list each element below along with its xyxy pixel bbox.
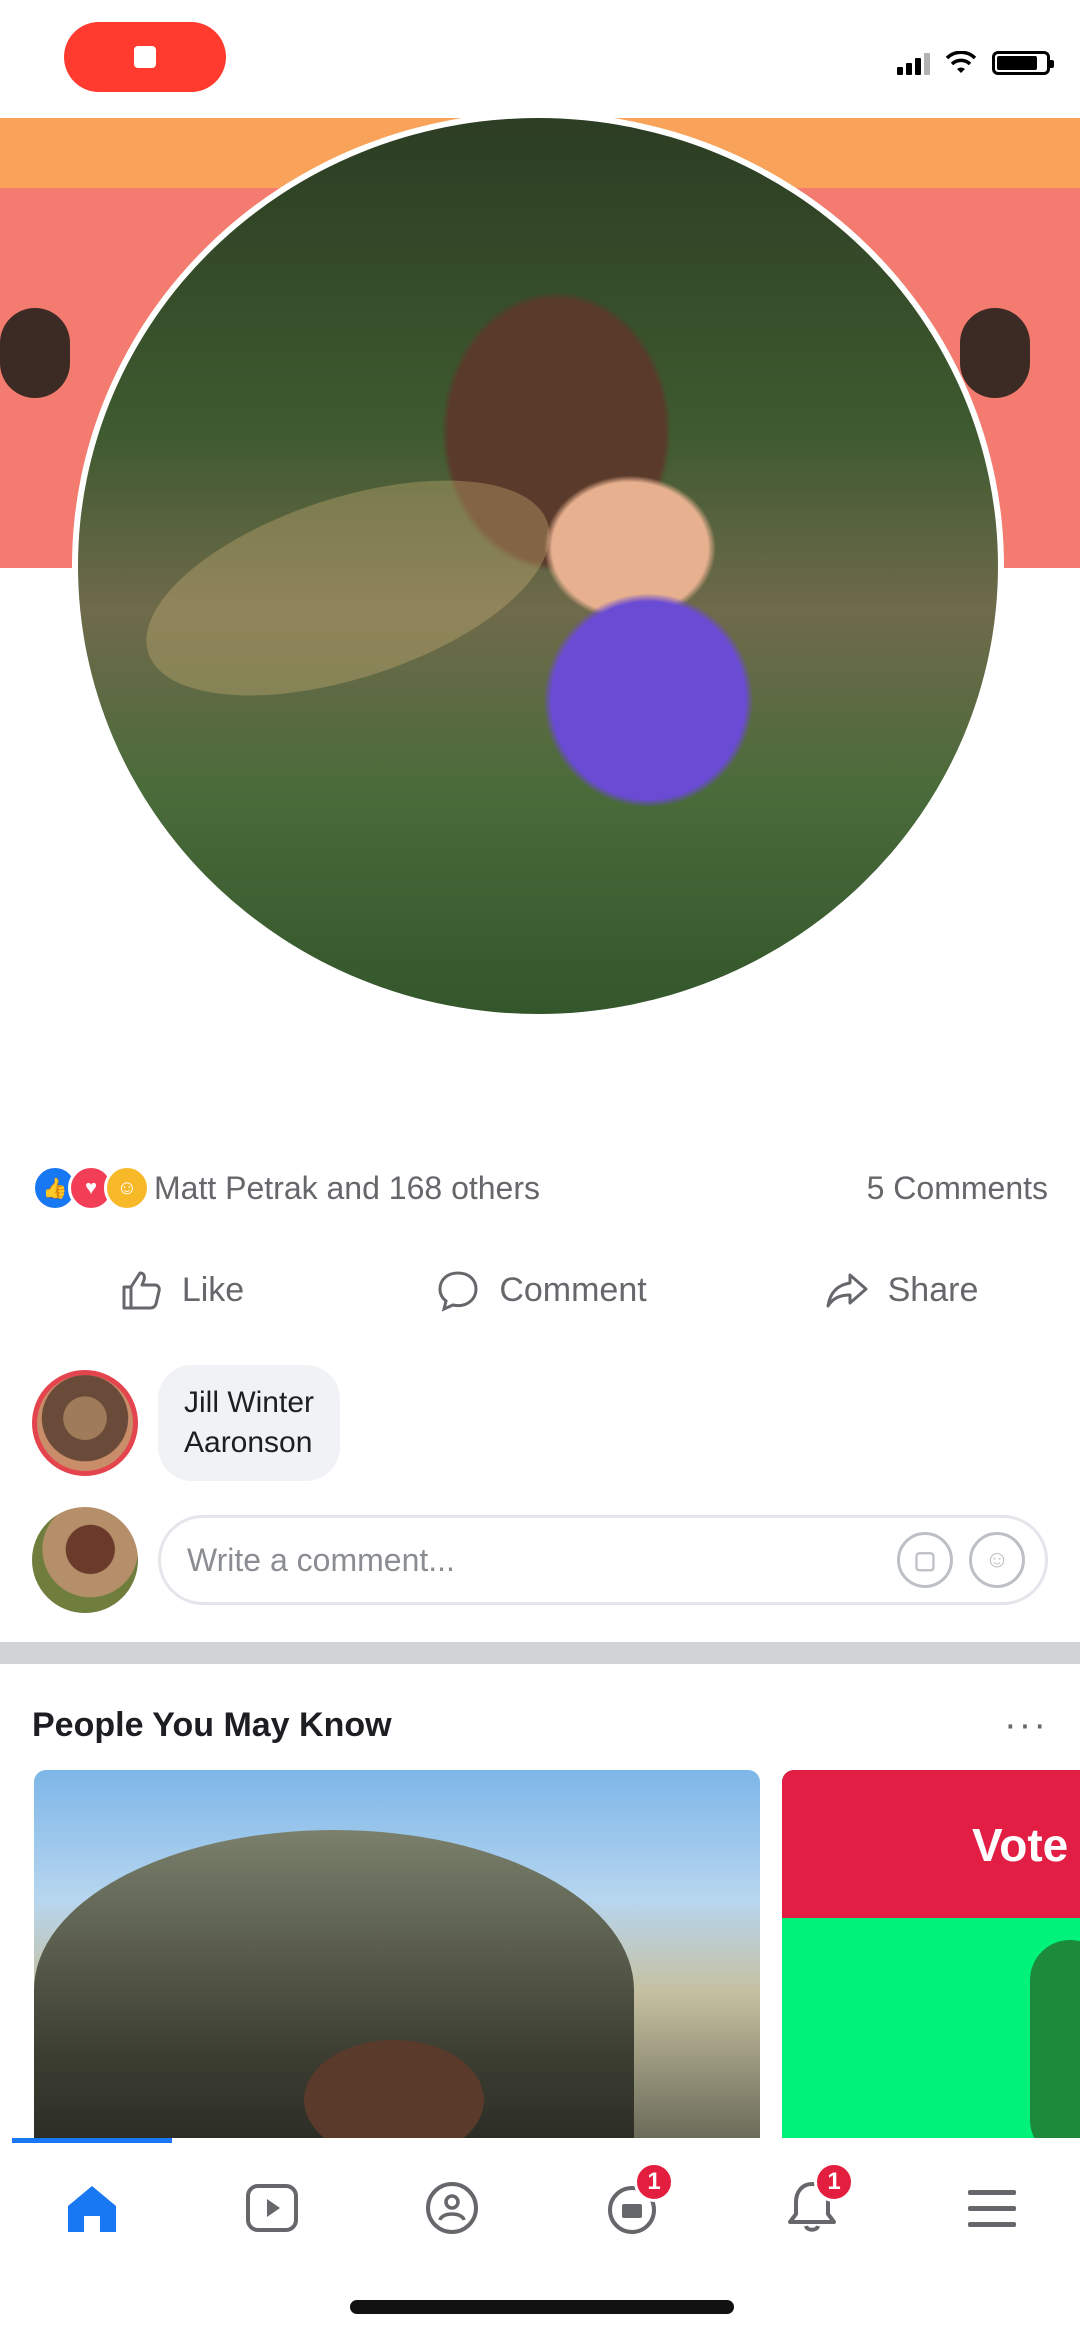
hamburger-menu-icon xyxy=(968,2190,1016,2227)
marketplace-badge: 1 xyxy=(634,2162,674,2202)
pymk-card-photo-text: Vote xyxy=(782,1770,1080,1918)
post-action-bar: Like Comment Share xyxy=(0,1250,1080,1330)
status-icons xyxy=(897,48,1054,78)
gif-icon[interactable]: ▢ xyxy=(897,1532,953,1588)
comment-author-name-line1: Jill Winter xyxy=(184,1386,315,1419)
pymk-card[interactable] xyxy=(34,1770,760,2140)
tab-marketplace[interactable]: 1 xyxy=(582,2158,682,2258)
comment-author-name-line2: Aaronson xyxy=(184,1426,313,1459)
thumbs-up-icon xyxy=(122,1271,161,1310)
tab-home[interactable] xyxy=(42,2158,142,2258)
reactions-summary[interactable]: 👍 ♥ ☺ Matt Petrak and 168 others xyxy=(32,1165,540,1211)
more-options-icon[interactable]: ··· xyxy=(1004,1704,1048,1747)
battery-icon xyxy=(992,51,1054,75)
section-divider xyxy=(0,1642,1080,1664)
comment-bubble-icon xyxy=(438,1271,478,1312)
comment-label: Comment xyxy=(499,1270,647,1309)
pymk-header: People You May Know ··· xyxy=(32,1700,1048,1750)
wifi-icon xyxy=(945,51,977,73)
comment-bubble[interactable]: Jill Winter Aaronson xyxy=(158,1365,341,1481)
comments-count-link[interactable]: 5 Comments xyxy=(867,1170,1048,1207)
tab-menu[interactable] xyxy=(942,2158,1042,2258)
like-button[interactable]: Like xyxy=(0,1250,360,1330)
pymk-title: People You May Know xyxy=(32,1705,392,1744)
watch-video-icon xyxy=(246,2184,298,2232)
home-indicator[interactable] xyxy=(350,2300,734,2314)
bottom-tab-bar: 1 1 xyxy=(0,2138,1080,2268)
commenter-avatar[interactable] xyxy=(32,1370,138,1476)
comment-input[interactable]: Write a comment... ▢ ☺ xyxy=(158,1515,1048,1605)
pymk-card[interactable]: Vote xyxy=(782,1770,1080,2140)
notifications-badge: 1 xyxy=(814,2162,854,2202)
home-icon xyxy=(68,2186,116,2232)
share-button[interactable]: Share xyxy=(720,1250,1080,1330)
reactions-summary-row: 👍 ♥ ☺ Matt Petrak and 168 others 5 Comme… xyxy=(32,1160,1048,1216)
groups-icon xyxy=(426,2182,478,2234)
share-label: Share xyxy=(887,1270,979,1309)
tab-groups[interactable] xyxy=(402,2158,502,2258)
reaction-icons: 👍 ♥ ☺ xyxy=(32,1165,150,1211)
emoji-icon[interactable]: ☺ xyxy=(969,1532,1025,1588)
reactions-text: Matt Petrak and 168 others xyxy=(154,1169,540,1206)
like-label: Like xyxy=(181,1270,245,1309)
tab-watch[interactable] xyxy=(222,2158,322,2258)
share-arrow-icon xyxy=(826,1273,868,1308)
current-user-avatar[interactable] xyxy=(32,1507,138,1613)
cellular-signal-icon xyxy=(897,51,930,75)
comment: Jill Winter Aaronson xyxy=(32,1365,341,1481)
active-tab-indicator xyxy=(12,2138,172,2143)
comment-input-placeholder: Write a comment... xyxy=(187,1541,455,1578)
profile-photo[interactable] xyxy=(72,112,1004,1020)
care-reaction-icon: ☺ xyxy=(104,1165,150,1211)
comment-button[interactable]: Comment xyxy=(360,1250,720,1330)
status-bar xyxy=(0,0,1080,120)
tab-notifications[interactable]: 1 xyxy=(762,2158,862,2258)
write-comment-row: Write a comment... ▢ ☺ xyxy=(32,1507,1048,1613)
record-icon xyxy=(134,46,156,68)
screen-recording-indicator[interactable] xyxy=(64,22,226,92)
